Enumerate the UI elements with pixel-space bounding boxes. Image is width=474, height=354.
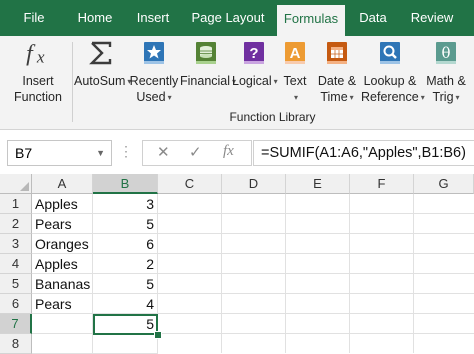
row-header-7[interactable]: 7 <box>0 314 32 334</box>
financial-button[interactable]: Financial ▾ <box>180 36 236 112</box>
svg-text:f: f <box>26 41 36 67</box>
chevron-down-icon: ▾ <box>167 93 172 102</box>
tab-formulas[interactable]: Formulas <box>277 5 345 36</box>
recently-used-button[interactable]: Recently Used ▾ <box>128 36 180 112</box>
cell-a3[interactable]: Oranges <box>32 234 93 254</box>
insert-function-label-2: Function <box>14 90 62 104</box>
svg-text:θ: θ <box>441 44 450 62</box>
sigma-icon <box>89 41 112 65</box>
cell-b2[interactable]: 5 <box>93 214 158 234</box>
column-header-g[interactable]: G <box>414 174 474 194</box>
lookup-reference-button[interactable]: Lookup & Reference ▾ <box>361 36 425 112</box>
logical-label: Logical <box>232 74 272 88</box>
row-header-3[interactable]: 3 <box>0 234 32 254</box>
tab-insert[interactable]: Insert <box>128 0 178 36</box>
select-all-corner[interactable] <box>0 174 32 194</box>
formula-input[interactable]: =SUMIF(A1:A6,"Apples",B1:B6) <box>253 140 474 166</box>
column-header-b[interactable]: B <box>93 174 158 194</box>
drag-handle-icon[interactable]: ⋮ <box>119 142 133 160</box>
insert-function-fx-icon[interactable]: fx <box>223 143 234 160</box>
logical-button[interactable]: ? Logical ▾ <box>232 36 278 112</box>
cell-b3[interactable]: 6 <box>93 234 158 254</box>
question-book-icon: ? <box>244 42 264 64</box>
coins-book-icon <box>196 42 216 64</box>
fill-handle[interactable] <box>154 331 162 339</box>
cell-a8[interactable] <box>32 334 93 354</box>
column-header-f[interactable]: F <box>350 174 414 194</box>
recently-used-label-1: Recently <box>129 74 179 88</box>
tab-review[interactable]: Review <box>403 0 461 36</box>
cell-b4[interactable]: 2 <box>93 254 158 274</box>
formula-text: =SUMIF(A1:A6,"Apples",B1:B6) <box>261 145 466 161</box>
calendar-book-icon <box>327 42 347 64</box>
star-book-icon <box>144 42 164 64</box>
letter-a-book-icon: A <box>285 42 305 64</box>
chevron-down-icon: ▾ <box>293 93 298 102</box>
chevron-down-icon[interactable]: ▼ <box>96 141 105 165</box>
formula-bar-buttons: ✕ ✓ fx <box>142 140 252 166</box>
row-header-5[interactable]: 5 <box>0 274 32 294</box>
cell-b5[interactable]: 5 <box>93 274 158 294</box>
row-header-1[interactable]: 1 <box>0 194 32 214</box>
math-trig-label-1: Math & <box>426 74 466 88</box>
financial-label: Financial <box>180 74 231 88</box>
fx-icon: f x <box>26 41 45 67</box>
lookup-reference-label-2: Reference <box>361 90 419 104</box>
tab-page-layout[interactable]: Page Layout <box>184 0 272 36</box>
tab-data[interactable]: Data <box>351 0 395 36</box>
cell-a2[interactable]: Pears <box>32 214 93 234</box>
name-box-value: B7 <box>15 145 33 161</box>
cell-a5[interactable]: Bananas <box>32 274 93 294</box>
autosum-button[interactable]: AutoSum ▾ <box>74 36 131 112</box>
svg-text:?: ? <box>249 45 258 62</box>
select-all-triangle-icon <box>20 182 29 191</box>
autosum-label: AutoSum <box>74 74 126 88</box>
magnifier-book-icon <box>380 42 400 64</box>
cell-b1[interactable]: 3 <box>93 194 158 214</box>
text-functions-button[interactable]: A Text ▾ <box>278 36 312 112</box>
group-divider <box>72 42 73 122</box>
cell-a7[interactable] <box>32 314 93 334</box>
tab-home[interactable]: Home <box>66 0 124 36</box>
row-header-4[interactable]: 4 <box>0 254 32 274</box>
row-header-6[interactable]: 6 <box>0 294 32 314</box>
math-trig-label-2: Trig <box>432 90 454 104</box>
column-header-d[interactable]: D <box>222 174 286 194</box>
cancel-icon[interactable]: ✕ <box>157 143 170 161</box>
chevron-down-icon: ▾ <box>455 93 460 102</box>
chevron-down-icon: ▾ <box>349 93 354 102</box>
text-label: Text <box>283 74 307 88</box>
cell-b6[interactable]: 4 <box>93 294 158 314</box>
insert-function-label-1: Insert <box>22 74 54 88</box>
theta-book-icon: θ <box>436 42 456 64</box>
recently-used-label-2: Used <box>136 90 166 104</box>
ribbon-tab-bar: File Home Insert Page Layout Formulas Da… <box>0 0 474 36</box>
empty-cells-area[interactable] <box>158 194 474 353</box>
row-header-8[interactable]: 8 <box>0 334 32 354</box>
cell-b8[interactable] <box>93 334 158 354</box>
column-header-e[interactable]: E <box>286 174 350 194</box>
lookup-reference-label-1: Lookup & <box>363 74 417 88</box>
insert-function-button[interactable]: f x Insert Function <box>6 36 70 112</box>
date-time-label-1: Date & <box>317 74 357 88</box>
worksheet-grid: A B C D E F G 1 Apples 3 2 Pears 5 3 Ora… <box>0 174 474 354</box>
enter-check-icon[interactable]: ✓ <box>189 143 202 161</box>
name-box[interactable]: B7 ▼ <box>7 140 112 166</box>
cell-a4[interactable]: Apples <box>32 254 93 274</box>
date-time-label-2: Time <box>320 90 348 104</box>
cell-a6[interactable]: Pears <box>32 294 93 314</box>
ribbon-formulas: f x Insert Function AutoSum ▾ Recently Us… <box>0 36 474 130</box>
formula-bar: B7 ▼ ⋮ ✕ ✓ fx =SUMIF(A1:A6,"Apples",B1:B… <box>0 130 474 174</box>
date-time-button[interactable]: Date & Time ▾ <box>313 36 361 112</box>
svg-text:A: A <box>290 45 301 62</box>
cell-a1[interactable]: Apples <box>32 194 93 214</box>
math-trig-button[interactable]: θ Math & Trig ▾ <box>420 36 472 112</box>
cell-b7[interactable]: 5 <box>93 314 158 334</box>
column-header-a[interactable]: A <box>32 174 93 194</box>
row-header-2[interactable]: 2 <box>0 214 32 234</box>
column-header-c[interactable]: C <box>158 174 222 194</box>
tab-file[interactable]: File <box>8 0 60 36</box>
function-library-group-label: Function Library <box>229 110 316 124</box>
svg-text:x: x <box>36 48 45 67</box>
